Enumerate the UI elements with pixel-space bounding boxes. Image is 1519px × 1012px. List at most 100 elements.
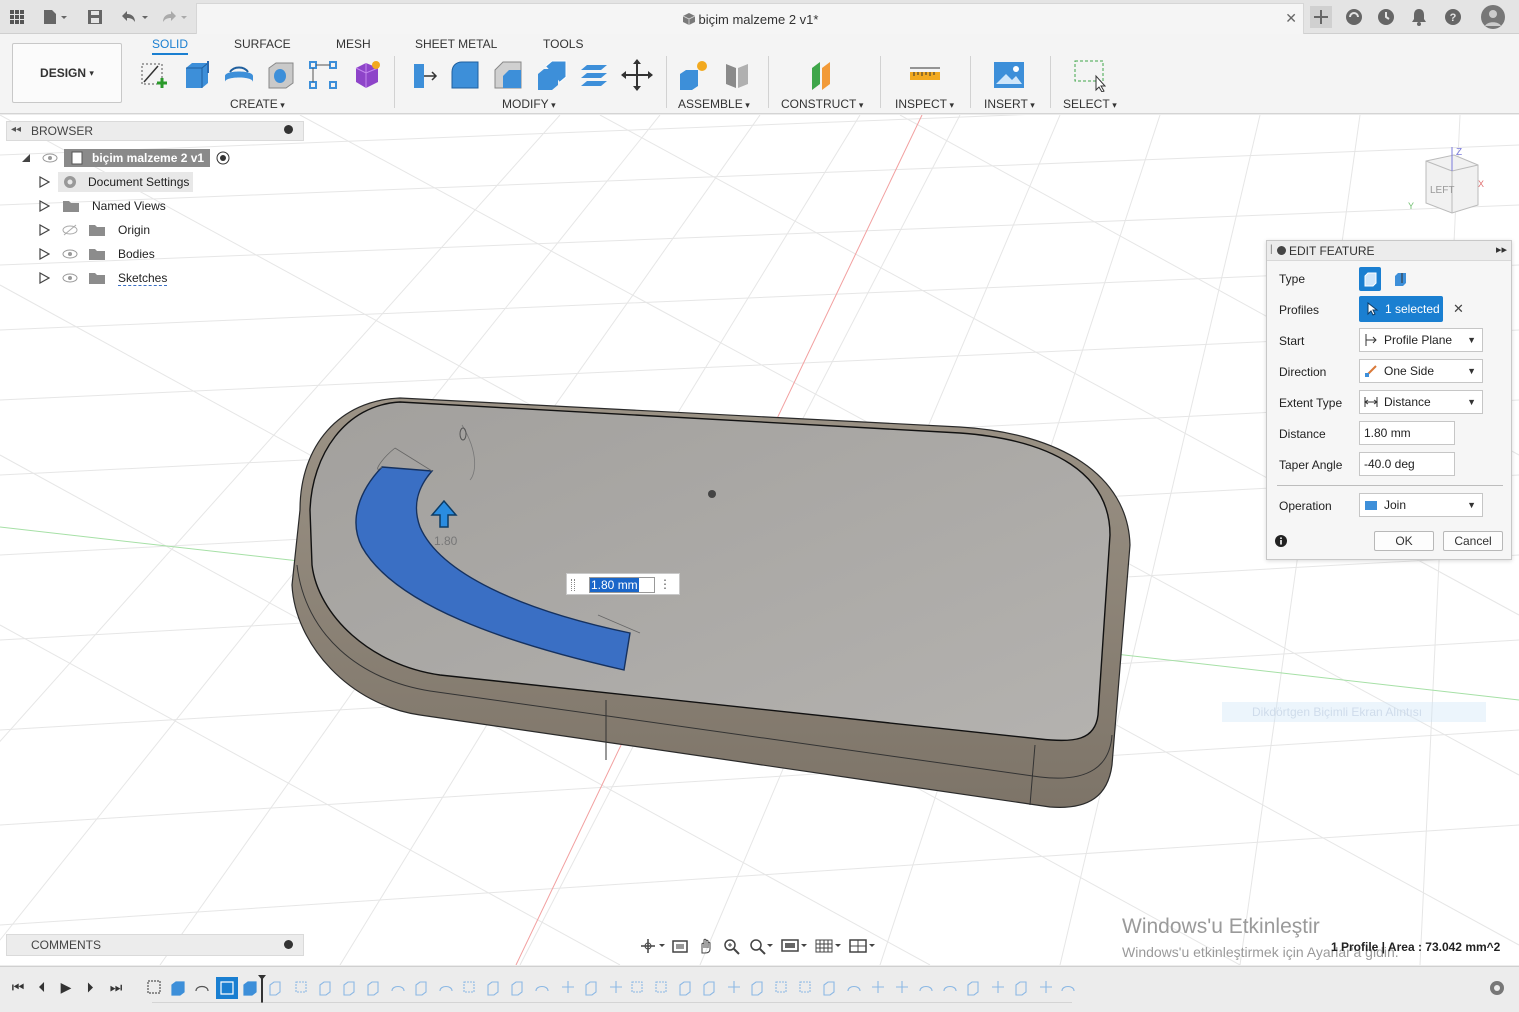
new-component-icon[interactable] <box>676 58 710 92</box>
tab-surface[interactable]: SURFACE <box>234 37 291 51</box>
redo-icon[interactable] <box>158 6 190 28</box>
offset-plane-icon[interactable] <box>806 58 840 92</box>
operation-dropdown[interactable]: Join ▼ <box>1359 493 1483 517</box>
collapse-triangle-icon[interactable] <box>20 152 32 164</box>
timeline-previous-icon[interactable]: ⏴ <box>34 979 50 995</box>
collapse-browser-icon[interactable]: ◂◂ <box>11 124 21 135</box>
joint-icon[interactable] <box>720 58 754 92</box>
profiles-select-button[interactable]: 1 selected <box>1359 296 1443 322</box>
cancel-button[interactable]: Cancel <box>1443 531 1503 551</box>
timeline-features[interactable] <box>140 975 1080 1003</box>
hole-icon[interactable] <box>264 58 298 92</box>
timeline-settings-gear-icon[interactable] <box>1488 979 1506 997</box>
edit-feature-header[interactable]: | EDIT FEATURE ▸▸ <box>1267 241 1511 261</box>
revolve-icon[interactable] <box>222 58 256 92</box>
tab-tools[interactable]: TOOLS <box>543 37 583 51</box>
timeline-first-icon[interactable]: ⏮ <box>10 979 26 995</box>
clear-selection-icon[interactable]: ✕ <box>1453 301 1464 317</box>
browser-pin-icon[interactable] <box>284 125 293 134</box>
collapse-dialog-icon[interactable] <box>1277 246 1286 255</box>
create-form-icon[interactable] <box>350 58 384 92</box>
extrude-icon[interactable] <box>180 58 214 92</box>
document-settings-label[interactable]: Document Settings <box>58 172 194 192</box>
comments-panel[interactable]: COMMENTS <box>6 934 304 956</box>
grid-settings-icon[interactable] <box>814 937 842 955</box>
timeline-active-feature[interactable] <box>216 977 238 999</box>
undo-icon[interactable] <box>118 6 150 28</box>
root-component-label[interactable]: biçim malzeme 2 v1 <box>64 149 211 167</box>
measure-icon[interactable] <box>908 58 942 92</box>
chamfer-icon[interactable] <box>491 58 525 92</box>
app-grid-icon[interactable] <box>8 6 26 28</box>
browser-item-named-views[interactable]: Named Views <box>38 195 166 217</box>
expand-triangle-icon[interactable] <box>38 200 50 212</box>
construct-menu[interactable]: CONSTRUCT <box>781 97 863 111</box>
zoom-icon[interactable] <box>722 937 742 955</box>
viewcube[interactable]: LEFT Z X Y <box>1404 141 1494 231</box>
pan-hand-icon[interactable] <box>696 937 716 955</box>
new-tab-icon[interactable] <box>1310 6 1332 28</box>
move-copy-icon[interactable] <box>620 58 654 92</box>
job-status-icon[interactable] <box>1376 6 1396 28</box>
notifications-bell-icon[interactable] <box>1409 6 1429 28</box>
type-solid-button[interactable] <box>1359 267 1381 291</box>
browser-header[interactable]: ◂◂ BROWSER <box>6 121 304 141</box>
distance-input[interactable]: 1.80 mm <box>1359 421 1455 445</box>
window-select-icon[interactable] <box>1072 58 1106 92</box>
display-settings-icon[interactable] <box>780 937 808 955</box>
select-menu[interactable]: SELECT <box>1063 97 1117 111</box>
add-comment-icon[interactable] <box>284 940 293 949</box>
inspect-menu[interactable]: INSPECT <box>895 97 954 111</box>
browser-item-bodies[interactable]: Bodies <box>38 243 155 265</box>
workspace-switcher-button[interactable]: DESIGN ▾ <box>12 43 122 103</box>
tab-mesh[interactable]: MESH <box>336 37 371 51</box>
extent-type-dropdown[interactable]: Distance ▼ <box>1359 390 1483 414</box>
save-icon[interactable] <box>86 6 104 28</box>
ok-button[interactable]: OK <box>1374 531 1434 551</box>
tab-solid[interactable]: SOLID <box>152 37 189 55</box>
document-tab[interactable]: biçim malzeme 2 v1* ✕ <box>196 3 1304 34</box>
press-pull-icon[interactable] <box>406 58 440 92</box>
direction-dropdown[interactable]: One Side ▼ <box>1359 359 1483 383</box>
viewports-icon[interactable] <box>848 937 876 955</box>
assemble-menu[interactable]: ASSEMBLE <box>678 97 750 111</box>
start-dropdown[interactable]: Profile Plane ▼ <box>1359 328 1483 352</box>
file-menu-icon[interactable] <box>40 6 70 28</box>
tab-sheet-metal[interactable]: SHEET METAL <box>415 37 497 51</box>
expand-dialog-icon[interactable]: ▸▸ <box>1496 243 1507 256</box>
visibility-eye-icon[interactable] <box>62 272 78 284</box>
distance-dimension-input[interactable]: 1.80 mm <box>589 577 655 593</box>
insert-menu[interactable]: INSERT <box>984 97 1035 111</box>
browser-root-item[interactable]: biçim malzeme 2 v1 <box>20 147 230 169</box>
browser-item-origin[interactable]: Origin <box>38 219 150 241</box>
create-menu[interactable]: CREATE <box>230 97 285 111</box>
expand-triangle-icon[interactable] <box>38 248 50 260</box>
taper-angle-input[interactable]: -40.0 deg <box>1359 452 1455 476</box>
hidden-eye-icon[interactable] <box>62 224 78 236</box>
timeline-play-icon[interactable]: ▶ <box>58 979 74 995</box>
fit-view-icon[interactable] <box>748 937 774 955</box>
insert-image-icon[interactable] <box>992 58 1026 92</box>
more-options-icon[interactable]: ⋮ <box>659 577 671 591</box>
distance-dimension-box[interactable]: 1.80 mm ⋮ <box>566 573 680 595</box>
expand-triangle-icon[interactable] <box>38 224 50 236</box>
create-sketch-icon[interactable] <box>138 58 172 92</box>
modify-menu[interactable]: MODIFY <box>502 97 556 111</box>
help-icon[interactable]: ? <box>1443 6 1463 28</box>
visibility-eye-icon[interactable] <box>42 152 58 164</box>
combine-icon[interactable] <box>577 58 611 92</box>
visibility-eye-icon[interactable] <box>62 248 78 260</box>
pattern-icon[interactable] <box>306 58 340 92</box>
expand-triangle-icon[interactable] <box>38 272 50 284</box>
timeline-last-icon[interactable]: ⏭ <box>108 979 124 995</box>
drag-handle-icon[interactable]: | <box>1270 244 1273 255</box>
shell-icon[interactable] <box>534 58 568 92</box>
browser-item-sketches[interactable]: Sketches <box>38 267 168 289</box>
fillet-icon[interactable] <box>448 58 482 92</box>
expand-triangle-icon[interactable] <box>38 176 50 188</box>
orbit-icon[interactable] <box>640 937 666 955</box>
look-at-icon[interactable] <box>670 937 690 955</box>
browser-item-document-settings[interactable]: Document Settings <box>38 171 194 193</box>
type-thin-button[interactable] <box>1389 267 1411 291</box>
user-avatar-icon[interactable] <box>1480 5 1506 29</box>
